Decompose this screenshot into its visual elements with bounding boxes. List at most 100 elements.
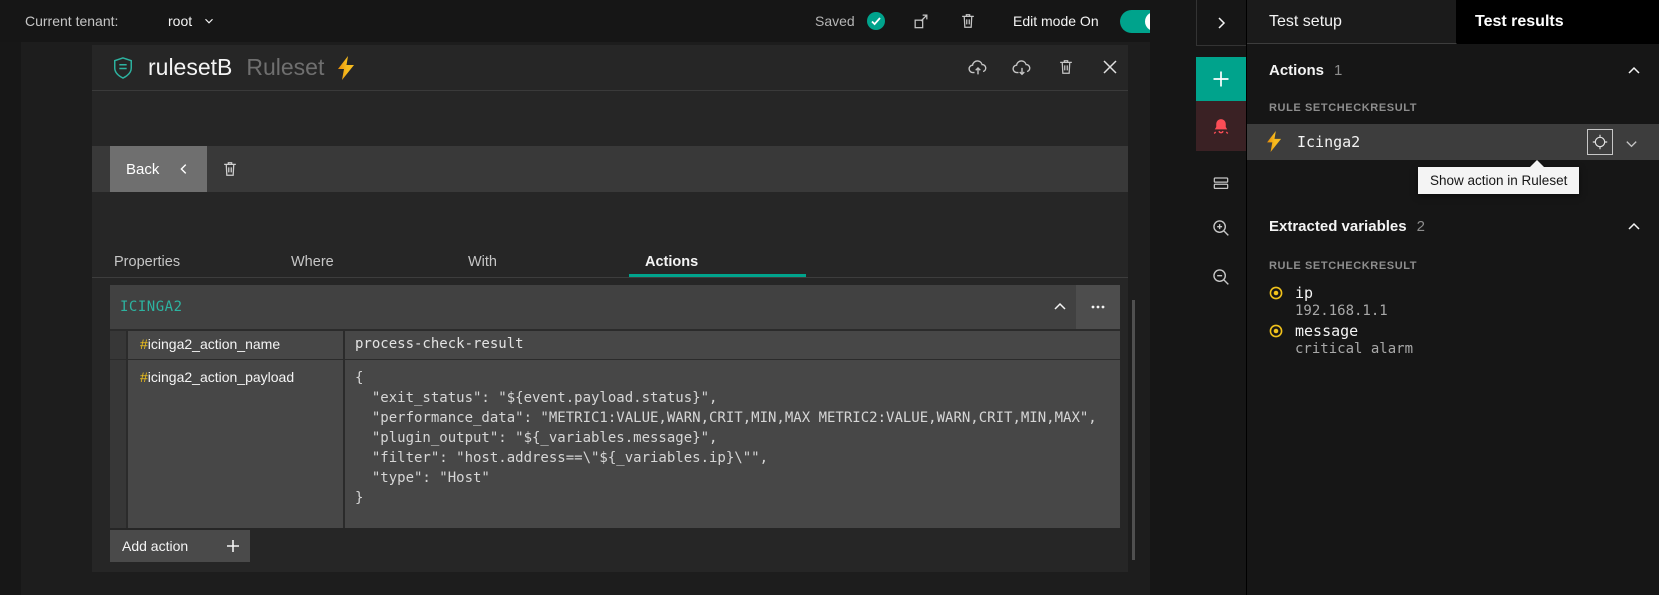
locate-action-button[interactable] [1587,129,1613,155]
cloud-upload-icon [967,56,989,78]
hash-prefix: # [140,369,148,385]
zoom-out-icon [1210,266,1232,288]
add-action-button[interactable]: Add action [110,530,250,562]
back-button-label: Back [126,161,159,178]
actions-section-header: Actions 1 [1269,62,1342,79]
action-card-icinga2: ICINGA2 #icinga2_acti [110,285,1120,572]
left-edge-strip [0,42,21,595]
tab-test-setup[interactable]: Test setup [1247,0,1457,44]
overflow-menu-icon [1089,298,1107,316]
export-button[interactable] [905,5,937,37]
variable-icon [1269,286,1283,300]
row-gutter [110,360,128,528]
field-row-action-name[interactable]: #icinga2_action_name process-check-resul… [110,330,1120,359]
field-key: #icinga2_action_payload [128,360,345,528]
variable-entry-ip[interactable]: ip 192.168.1.1 [1247,284,1659,322]
edit-mode-label: Edit mode On [1013,0,1099,42]
variable-name: ip [1295,284,1313,302]
hash-prefix: # [140,336,148,352]
tenant-value: root [168,13,192,29]
field-key-text: icinga2_action_name [148,336,280,352]
cloud-download-icon [1011,56,1033,78]
variable-name: message [1295,322,1358,340]
saved-status: Saved [815,0,855,42]
variable-icon [1269,324,1283,338]
ruleset-type-label: Ruleset [246,54,324,81]
collapse-variables-button[interactable] [1623,216,1645,238]
add-new-button[interactable] [1196,57,1246,101]
ruleset-name: rulesetB [148,54,232,81]
alerts-button[interactable] [1196,101,1246,151]
close-button[interactable] [1094,51,1126,83]
row-gutter [110,331,128,359]
tenant-dropdown[interactable]: root [168,0,216,42]
field-row-action-payload[interactable]: #icinga2_action_payload { "exit_status":… [110,359,1120,528]
upload-button[interactable] [962,51,994,83]
field-key-text: icinga2_action_payload [148,369,294,385]
tabs-divider [92,277,1128,278]
zoom-in-button[interactable] [1206,213,1236,243]
ruleset-editor-card: rulesetB Ruleset [92,45,1128,572]
add-icon [226,539,240,553]
payload-json-editor[interactable]: { "exit_status": "${event.payload.status… [355,365,1120,508]
ruleset-header-actions [962,51,1126,83]
collapse-panel-button[interactable] [1196,0,1246,46]
layout-rows-button[interactable] [1206,168,1236,198]
zoom-out-button[interactable] [1206,262,1236,292]
top-bar: Current tenant: root Saved Edit mode On [0,0,1150,42]
zoom-in-icon [1210,217,1232,239]
delete-rule-button[interactable] [214,153,246,185]
action-card-header[interactable]: ICINGA2 [110,285,1120,330]
rows-icon [1211,173,1231,193]
variables-section-title: Extracted variables [1269,218,1407,235]
close-icon [1102,59,1118,75]
action-overflow-button[interactable] [1076,285,1120,329]
collapse-action-button[interactable] [1046,293,1074,321]
trash-icon [220,159,240,179]
back-button[interactable]: Back [110,146,207,192]
delete-button[interactable] [952,5,984,37]
download-button[interactable] [1006,51,1038,83]
tab-properties[interactable]: Properties [98,247,275,279]
action-card-title: ICINGA2 [120,285,183,330]
chevron-up-icon [1052,299,1068,315]
action-result-row-icinga2[interactable]: Icinga2 [1247,124,1659,160]
lightning-icon [1267,131,1282,152]
lightning-icon [338,56,355,80]
notification-bell-icon [1210,115,1232,137]
back-toolbar: Back [92,146,1128,192]
variable-entry-message[interactable]: message critical alarm [1247,322,1659,360]
actions-group-label: RULE SETCHECKRESULT [1269,102,1417,114]
variables-section-header: Extracted variables 2 [1269,218,1425,235]
title-divider [92,90,1128,91]
field-value-text: process-check-result [355,336,1120,352]
chevron-up-icon [1626,219,1642,235]
chevron-down-icon [1624,136,1639,151]
test-panel: Test setup Test results Actions 1 RULE S… [1246,0,1659,595]
tab-with[interactable]: With [452,247,629,279]
ruleset-title-row: rulesetB Ruleset [92,45,1128,90]
current-tenant-label: Current tenant: [25,0,118,42]
variable-value: 192.168.1.1 [1295,303,1388,319]
checkmark-filled-icon [866,11,886,31]
actions-section-title: Actions [1269,62,1324,79]
variables-section-count: 2 [1417,218,1425,235]
actions-section-count: 1 [1334,62,1342,79]
chevron-left-icon [177,162,191,176]
add-icon [1212,70,1230,88]
tab-test-results[interactable]: Test results [1457,0,1659,44]
field-value-cell: { "exit_status": "${event.payload.status… [345,360,1120,528]
tooltip-text: Show action in Ruleset [1430,173,1567,188]
field-key: #icinga2_action_name [128,331,345,359]
main-area: rulesetB Ruleset [0,42,1150,595]
tab-where[interactable]: Where [275,247,452,279]
delete-ruleset-button[interactable] [1050,51,1082,83]
tooltip-show-action: Show action in Ruleset [1418,167,1579,194]
shield-ruleset-icon [112,55,134,81]
expand-action-button[interactable] [1621,133,1641,153]
vertical-scrollbar[interactable] [1132,300,1135,560]
action-result-name: Icinga2 [1297,124,1360,160]
collapse-actions-button[interactable] [1623,60,1645,82]
chevron-down-icon [202,14,216,28]
trash-icon [958,11,978,31]
